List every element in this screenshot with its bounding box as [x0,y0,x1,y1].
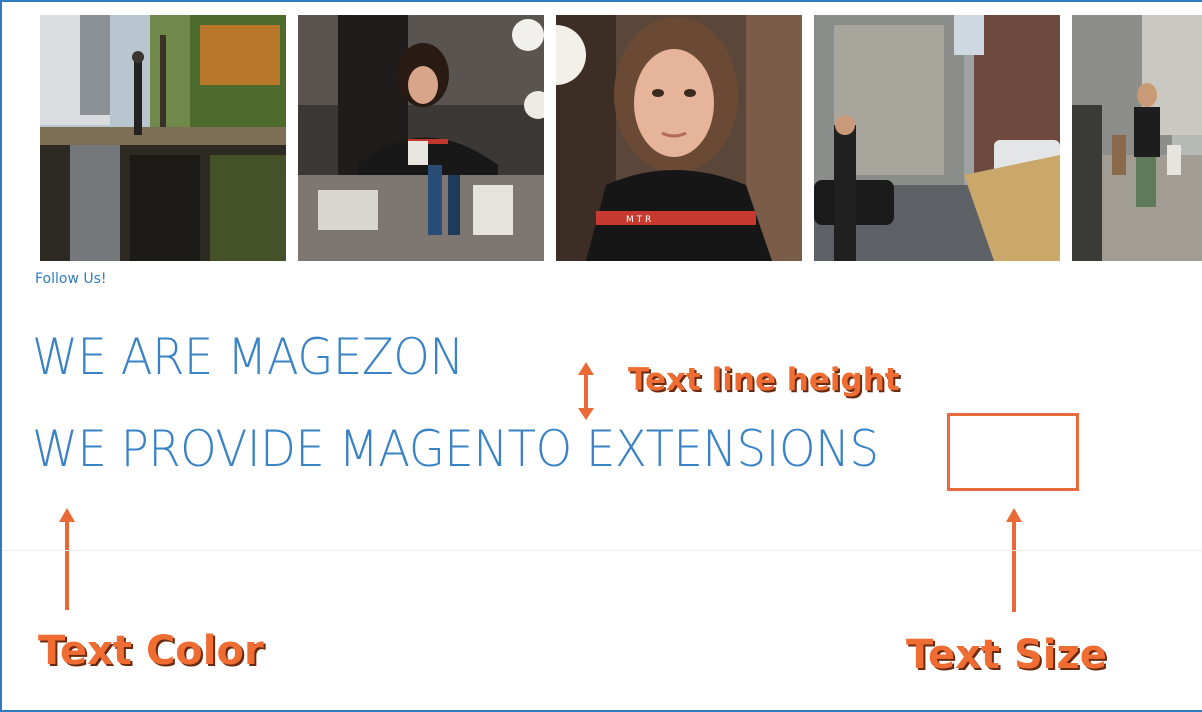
section-divider [2,550,1202,551]
annotation-text-line-height: Text line height [628,362,900,398]
annotation-text-color: Text Color [38,628,264,674]
annotation-arrows [59,362,1022,612]
annotation-text-size: Text Size [906,632,1107,678]
